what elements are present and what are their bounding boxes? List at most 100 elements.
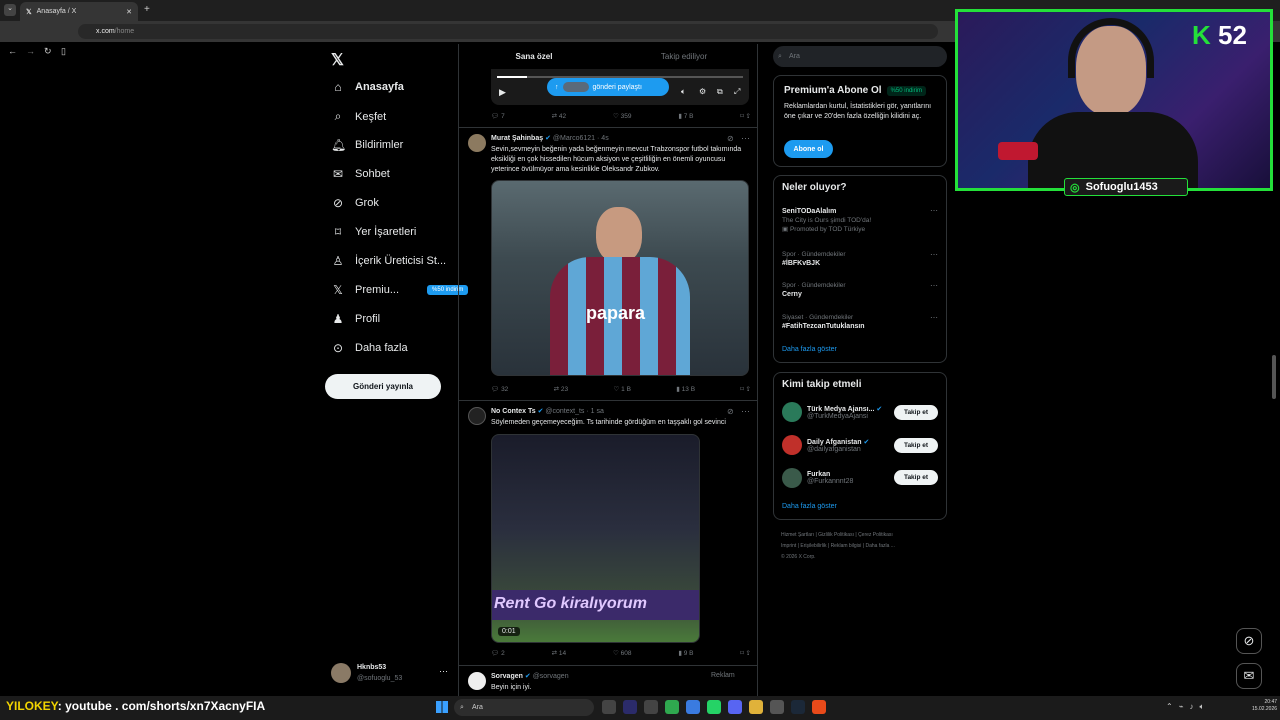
verified-icon: ✔ (545, 135, 551, 142)
windows-start-icon[interactable] (436, 701, 448, 713)
trends-more-link[interactable]: Daha fazla göster (782, 346, 837, 353)
footer-link[interactable]: Reklam bilgisi (831, 543, 862, 549)
bookmark-share[interactable]: ⌑ ⇪ (740, 112, 751, 120)
follow-button[interactable]: Takip et (894, 438, 938, 453)
more-icon[interactable]: ⋯ (930, 281, 938, 290)
play-icon[interactable]: ▶ (499, 87, 506, 98)
nav-creator-studio[interactable]: ♙ İçerik Üreticisi St... (331, 254, 446, 268)
fullscreen-icon[interactable]: ⤢ (734, 87, 740, 97)
nav-home[interactable]: ⌂ Anasayfa (331, 80, 404, 94)
app-icon[interactable] (728, 700, 742, 714)
pip-icon[interactable]: ⧉ (717, 87, 723, 97)
nav-profile[interactable]: ♟ Profil (331, 312, 380, 326)
back-icon[interactable]: ← (8, 46, 17, 56)
more-icon[interactable]: ⋯ (930, 313, 938, 322)
x-logo-icon[interactable]: 𝕏 (331, 50, 344, 70)
nav-more[interactable]: ⊙ Daha fazla (331, 341, 408, 355)
app-icon[interactable] (812, 700, 826, 714)
nav-explore[interactable]: ⌕ Keşfet (331, 109, 387, 124)
footer-link[interactable]: Çerez Politikası (858, 532, 893, 538)
new-posts-pill[interactable]: ↑ gönderi paylaştı (547, 78, 669, 96)
trend-item[interactable]: Spor · Gündemdekiler Cerny (782, 281, 846, 299)
tab-following[interactable]: Takip ediliyor (609, 44, 757, 69)
app-icon[interactable] (686, 700, 700, 714)
footer-link[interactable]: Imprint (781, 543, 796, 549)
promoted-trend[interactable]: SeniTODaAlalım The City is Ours şimdi TO… (782, 207, 871, 234)
messages-fab-button[interactable]: ✉ (1236, 663, 1262, 689)
app-icon[interactable] (644, 700, 658, 714)
mute-icon[interactable]: 🔈︎ (681, 87, 686, 97)
subscribe-button[interactable]: Abone ol (784, 140, 833, 158)
taskbar-clock[interactable]: 20:47 15.02.2026 (1252, 699, 1277, 713)
post-button[interactable]: Gönderi yayınla (325, 374, 441, 399)
post-video[interactable]: Rent Go kiralıyorum 0:01 (491, 434, 700, 643)
app-icon[interactable] (707, 700, 721, 714)
author-name[interactable]: Sorvagen (491, 673, 523, 680)
post[interactable]: Murat Şahinbaş ✔ @Marco6121 · 4s ⊘ ⋯ Sev… (459, 127, 757, 399)
taskbar-search[interactable]: ⌕ Ara (454, 699, 594, 716)
footer-link[interactable]: Hizmet Şartları (781, 532, 814, 538)
views-button[interactable]: ▮ 13 B (676, 385, 695, 393)
bookmark-share[interactable]: ⌑ ⇪ (740, 649, 751, 657)
reply-button[interactable]: 💬︎ 32 (491, 385, 508, 393)
footer-link[interactable]: Erişilebilirlik (800, 543, 826, 549)
more-icon[interactable]: ⋯ (930, 206, 938, 215)
author-name[interactable]: Murat Şahinbaş (491, 135, 543, 142)
repost-button[interactable]: ⇄ 42 (552, 112, 567, 120)
tab-list-button[interactable]: ⌄ (4, 4, 16, 16)
author-name[interactable]: No Contex Ts (491, 408, 536, 415)
search-input[interactable]: ⌕ Ara (773, 46, 947, 67)
x-favicon-icon: 𝕏 (26, 8, 32, 16)
post[interactable]: No Contex Ts ✔ @context_ts · 1 sa ⊘ ⋯ Sö… (459, 400, 757, 665)
nav-notifications[interactable]: 🔔︎ Bildirimler (331, 138, 403, 152)
trend-item[interactable]: Siyaset · Gündemdekiler #FatihTezcanTutuk… (782, 313, 865, 331)
reply-button[interactable]: 💬︎ 7 (491, 112, 505, 120)
grok-icon[interactable]: ⊘ (727, 134, 734, 143)
app-icon[interactable] (749, 700, 763, 714)
follow-button[interactable]: Takip et (894, 470, 938, 485)
trend-item[interactable]: Spor · Gündemdekiler #İBFKvBJK (782, 250, 846, 268)
repost-button[interactable]: ⇄ 23 (554, 385, 569, 393)
wtf-more-link[interactable]: Daha fazla göster (782, 503, 837, 510)
forward-icon[interactable]: → (26, 46, 35, 56)
split-view-icon[interactable]: ▯ (61, 46, 66, 57)
url-field[interactable]: x.com/home (78, 24, 938, 39)
wtf-item[interactable]: Furkan @Furkannnt28 (782, 468, 853, 488)
app-icon[interactable] (602, 700, 616, 714)
grok-icon[interactable]: ⊘ (727, 407, 734, 416)
views-button[interactable]: ▮ 7 B (678, 112, 693, 120)
account-switcher[interactable]: Hknbs53 @sofuoglu_53 ⋯ (331, 662, 451, 686)
grok-fab-button[interactable]: ⊘ (1236, 628, 1262, 654)
like-button[interactable]: ♡ 1 B (614, 385, 631, 393)
more-icon[interactable]: ⋯ (930, 250, 938, 259)
bookmark-share[interactable]: ⌑ ⇪ (740, 385, 751, 393)
close-tab-icon[interactable]: ✕ (126, 8, 132, 16)
footer-link[interactable]: Gizlilik Politikası (818, 532, 854, 538)
app-icon[interactable] (623, 700, 637, 714)
post-image[interactable]: papara (491, 180, 749, 376)
reply-button[interactable]: 💬︎ 2 (491, 649, 505, 657)
scrollbar-thumb[interactable] (1272, 355, 1276, 399)
wtf-item[interactable]: Türk Medya Ajansı... ✔ @TurkMedyaAjansi (782, 402, 882, 422)
tab-for-you[interactable]: Sana özel (459, 44, 609, 69)
more-icon[interactable]: ⋯ (741, 133, 750, 144)
wtf-item[interactable]: Daily Afganistan ✔ @dailyafganistan (782, 435, 869, 455)
app-icon[interactable] (791, 700, 805, 714)
like-button[interactable]: ♡ 608 (613, 649, 632, 657)
browser-tab[interactable]: 𝕏 Anasayfa / X ✕ (20, 2, 138, 21)
like-button[interactable]: ♡ 359 (613, 112, 632, 120)
repost-button[interactable]: ⇄ 14 (552, 649, 567, 657)
reload-icon[interactable]: ↻ (44, 46, 52, 57)
nav-premium[interactable]: 𝕏 Premiu... %50 indirim (331, 283, 469, 297)
app-icon[interactable] (665, 700, 679, 714)
nav-bookmarks[interactable]: ⌑ Yer İşaretleri (331, 225, 416, 239)
views-button[interactable]: ▮ 9 B (678, 649, 693, 657)
new-tab-button[interactable]: + (144, 4, 150, 15)
more-icon[interactable]: ⋯ (741, 406, 750, 417)
follow-button[interactable]: Takip et (894, 405, 938, 420)
settings-icon[interactable]: ⚙ (699, 87, 706, 96)
app-icon[interactable] (770, 700, 784, 714)
footer-link[interactable]: Daha fazla ... (865, 543, 894, 549)
nav-messages[interactable]: ✉ Sohbet (331, 167, 390, 181)
nav-grok[interactable]: ⊘ Grok (331, 196, 379, 210)
